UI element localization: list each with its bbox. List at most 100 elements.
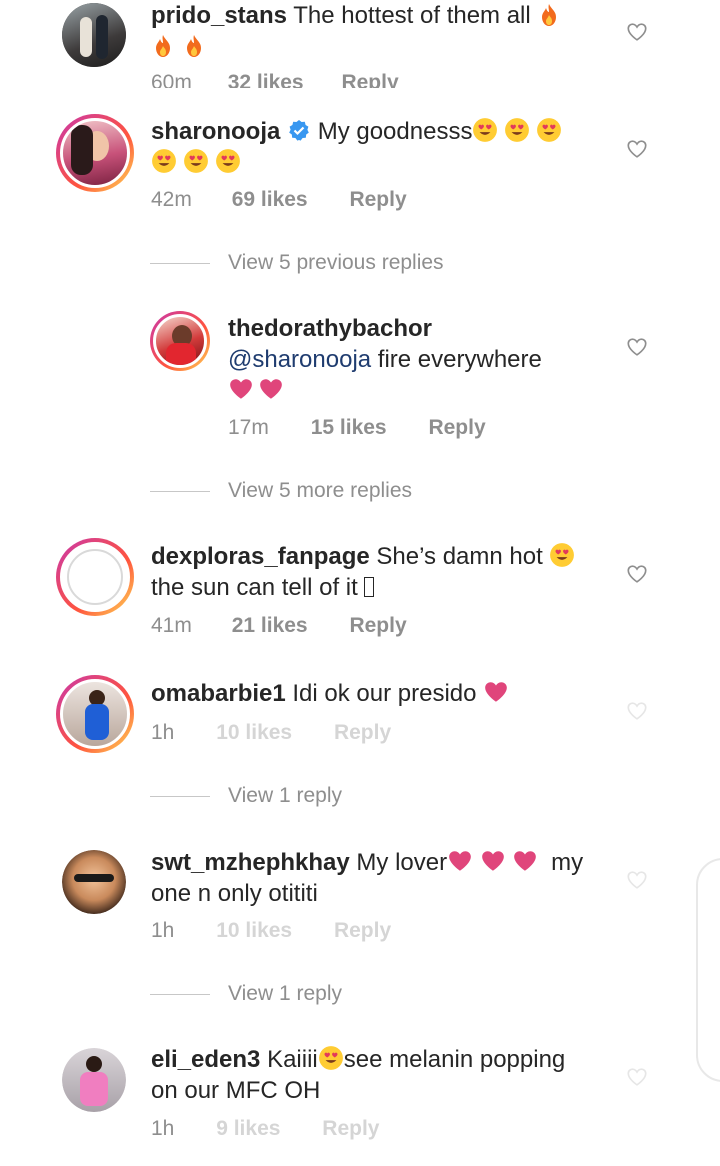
comment-text: omabarbie1 Idi ok our presido xyxy=(151,678,601,709)
reply-button[interactable]: Reply xyxy=(322,1117,379,1141)
comment-text: swt_mzhephkhay My lover my one n only ot… xyxy=(151,847,601,909)
heart-eyes-emoji-icon xyxy=(549,542,575,568)
comment-body: She’s damn hot xyxy=(376,543,543,570)
divider xyxy=(150,994,210,995)
comment-username[interactable]: swt_mzhephkhay xyxy=(151,849,350,876)
comment-meta: 1h 9 likes Reply xyxy=(151,1117,379,1141)
reply-button[interactable]: Reply xyxy=(341,71,398,88)
view-previous-replies-label[interactable]: View 5 previous replies xyxy=(228,251,444,275)
avatar[interactable] xyxy=(56,114,134,192)
reply-text: thedorathybachor @sharonooja fire everyw… xyxy=(228,313,608,406)
comment-username[interactable]: sharonooja xyxy=(151,118,280,145)
view-replies[interactable]: View 1 reply xyxy=(150,782,550,812)
like-heart-icon[interactable] xyxy=(626,336,648,358)
reply-username[interactable]: thedorathybachor xyxy=(228,315,432,342)
reply-time: 17m xyxy=(228,416,269,439)
pink-heart-emoji-icon xyxy=(228,376,254,402)
mention-link[interactable]: @sharonooja xyxy=(228,346,371,373)
fire-emoji-icon xyxy=(151,34,175,58)
comment-time: 1h xyxy=(151,919,175,942)
view-replies-label[interactable]: View 1 reply xyxy=(228,982,342,1006)
reply-meta: 17m 15 likes Reply xyxy=(228,416,486,440)
comment-time: 42m xyxy=(151,188,192,211)
comment-body: The hottest of them all xyxy=(293,2,531,29)
comment-likes[interactable]: 10 likes xyxy=(216,919,292,943)
view-more-replies[interactable]: View 5 more replies xyxy=(150,477,550,507)
reply-button[interactable]: Reply xyxy=(428,416,485,440)
reply-likes[interactable]: 15 likes xyxy=(311,416,387,440)
comment-body-line2: on our MFC OH xyxy=(151,1077,321,1104)
fire-emoji-icon xyxy=(537,3,561,27)
like-heart-icon[interactable] xyxy=(626,21,648,43)
reply-button[interactable]: Reply xyxy=(349,614,406,638)
comment-meta: 60m 32 likes Reply xyxy=(151,71,399,88)
missing-glyph-icon xyxy=(364,577,375,597)
comment-text: dexploras_fanpage She’s damn hot the sun… xyxy=(151,541,601,603)
heart-eyes-emoji-icon xyxy=(318,1045,344,1071)
verified-badge-icon xyxy=(289,120,309,141)
comment-likes[interactable]: 9 likes xyxy=(216,1117,280,1141)
comment-meta: 1h 10 likes Reply xyxy=(151,919,391,943)
pink-heart-emoji-icon xyxy=(447,848,473,874)
comment-body-line2: one n only otititi xyxy=(151,880,318,907)
comment-likes[interactable]: 21 likes xyxy=(232,614,308,638)
avatar[interactable] xyxy=(56,675,134,753)
comment-meta: 41m 21 likes Reply xyxy=(151,614,407,638)
view-more-replies-label[interactable]: View 5 more replies xyxy=(228,479,412,503)
reply-button[interactable]: Reply xyxy=(334,919,391,943)
avatar[interactable] xyxy=(62,850,126,914)
comment-body-line2: the sun can tell of it xyxy=(151,574,358,601)
view-replies[interactable]: View 1 reply xyxy=(150,980,550,1010)
comment-username[interactable]: prido_stans xyxy=(151,2,287,29)
comment-likes[interactable]: 10 likes xyxy=(216,721,292,745)
edge-panel-handle[interactable] xyxy=(696,858,720,1082)
comment-username[interactable]: eli_eden3 xyxy=(151,1046,260,1073)
comment-body-after: see melanin popping xyxy=(343,1046,566,1073)
comment-body-after: my xyxy=(551,849,584,876)
fire-emoji-icon xyxy=(182,34,206,58)
pink-heart-emoji-icon xyxy=(483,679,509,705)
divider xyxy=(150,491,210,492)
like-heart-icon[interactable] xyxy=(626,700,648,722)
comment-body: My goodnesss xyxy=(317,118,473,145)
avatar[interactable] xyxy=(56,538,134,616)
like-heart-icon[interactable] xyxy=(626,1066,648,1088)
comment-body: Kaiiii xyxy=(267,1046,318,1073)
comment-body: Idi ok our presido xyxy=(292,680,477,707)
comment-username[interactable]: omabarbie1 xyxy=(151,680,286,707)
like-heart-icon[interactable] xyxy=(626,138,648,160)
comment-likes[interactable]: 69 likes xyxy=(232,188,308,212)
comment-text: prido_stans The hottest of them all xyxy=(151,0,591,62)
comment-time: 41m xyxy=(151,614,192,637)
view-previous-replies[interactable]: View 5 previous replies xyxy=(150,249,550,279)
avatar[interactable] xyxy=(62,1048,126,1112)
reply-button[interactable]: Reply xyxy=(334,721,391,745)
heart-eyes-emoji-icon xyxy=(183,148,209,174)
comment-text: eli_eden3 Kaiiii see melanin popping on o… xyxy=(151,1044,611,1106)
pink-heart-emoji-icon xyxy=(512,848,538,874)
reply-button[interactable]: Reply xyxy=(349,188,406,212)
reply-body: fire everywhere xyxy=(377,346,542,373)
like-heart-icon[interactable] xyxy=(626,563,648,585)
pink-heart-emoji-icon xyxy=(480,848,506,874)
heart-eyes-emoji-icon xyxy=(536,117,562,143)
divider xyxy=(150,263,210,264)
comment-username[interactable]: dexploras_fanpage xyxy=(151,543,370,570)
like-heart-icon[interactable] xyxy=(626,869,648,891)
view-replies-label[interactable]: View 1 reply xyxy=(228,784,342,808)
divider xyxy=(150,796,210,797)
comment-meta: 1h 10 likes Reply xyxy=(151,721,391,745)
heart-eyes-emoji-icon xyxy=(472,117,498,143)
comment-time: 1h xyxy=(151,721,175,744)
comment-text: sharonooja My goodnesss xyxy=(151,116,601,178)
avatar[interactable] xyxy=(62,3,126,67)
comment-time: 60m xyxy=(151,71,192,88)
heart-eyes-emoji-icon xyxy=(215,148,241,174)
avatar[interactable] xyxy=(150,311,210,371)
comment-likes[interactable]: 32 likes xyxy=(228,71,304,88)
heart-eyes-emoji-icon xyxy=(504,117,530,143)
heart-eyes-emoji-icon xyxy=(151,148,177,174)
comment-body: My lover xyxy=(356,849,448,876)
pink-heart-emoji-icon xyxy=(258,376,284,402)
comment-meta: 42m 69 likes Reply xyxy=(151,188,407,212)
